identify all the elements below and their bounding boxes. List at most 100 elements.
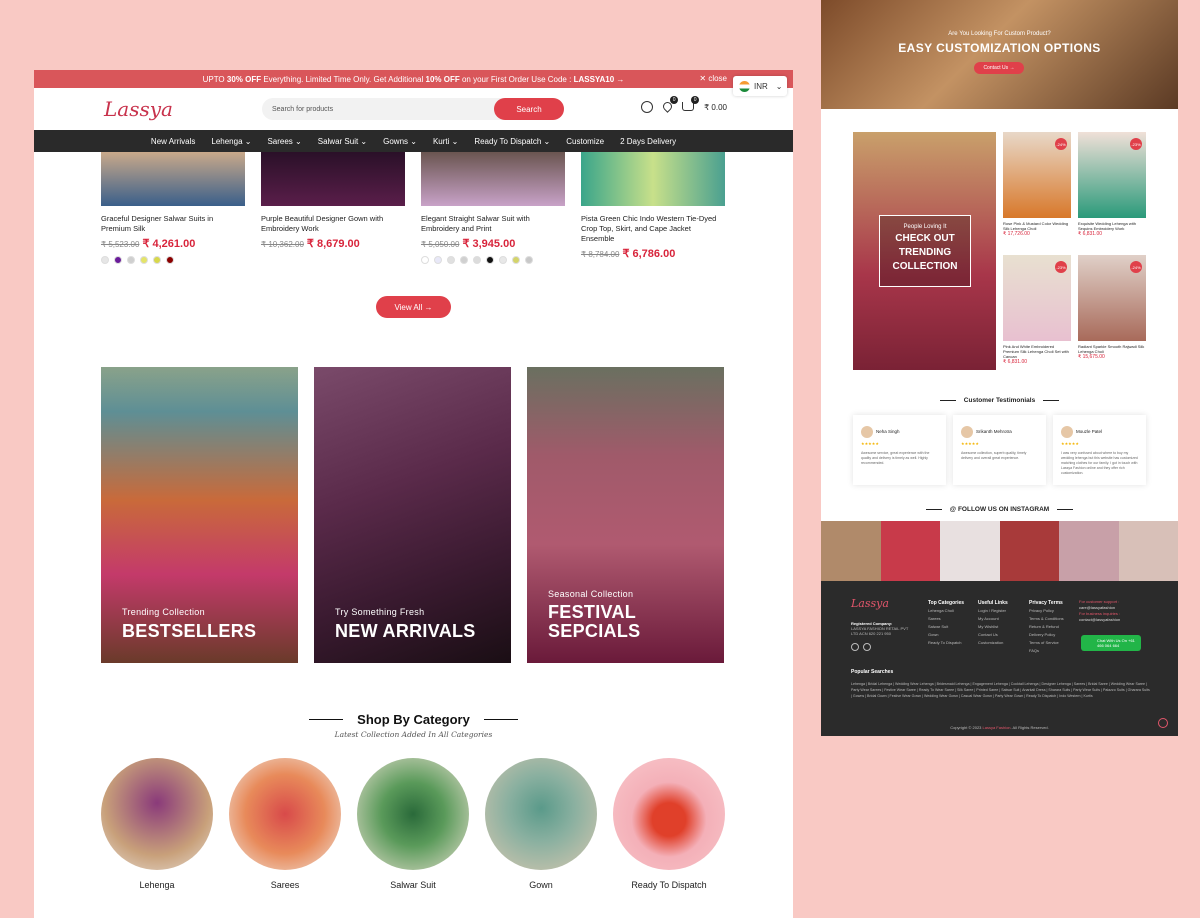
instagram-icon[interactable] — [863, 643, 871, 651]
color-swatch[interactable] — [153, 256, 161, 264]
cart-total[interactable]: ₹ 0.00 — [704, 103, 727, 112]
testimonial-text: Awesome collection, superb quality, time… — [961, 451, 1027, 460]
search-button[interactable]: Search — [494, 98, 564, 120]
color-swatch[interactable] — [473, 256, 481, 264]
nav-item-2-days-delivery[interactable]: 2 Days Delivery — [620, 137, 676, 146]
mini-product-image: -23% — [1078, 132, 1146, 218]
footer-link[interactable]: Delivery Policy — [1029, 631, 1064, 639]
color-swatch[interactable] — [460, 256, 468, 264]
footer-link[interactable]: Salwar Suit — [928, 623, 964, 631]
category-image — [357, 758, 469, 870]
product-name[interactable]: Elegant Straight Salwar Suit with Embroi… — [421, 214, 565, 234]
view-all-button[interactable]: View All → — [376, 296, 451, 318]
mini-product-card[interactable]: -24% Rose Pink & Mustard Color Wedding S… — [1003, 132, 1071, 237]
footer-link[interactable]: Lehenga Choli — [928, 607, 964, 615]
color-swatch[interactable] — [434, 256, 442, 264]
nav-item-kurti[interactable]: Kurti ⌄ — [433, 137, 458, 146]
nav-item-sarees[interactable]: Sarees ⌄ — [267, 137, 301, 146]
product-image[interactable] — [421, 152, 565, 206]
footer-link[interactable]: FAQs — [1029, 647, 1064, 655]
popular-search-tags[interactable]: Lehenga | Bridal Lehenga | Wedding Wear … — [851, 681, 1151, 699]
product-price: ₹ 10,362.00 ₹ 8,679.00 — [261, 238, 360, 250]
category-sarees[interactable]: Sarees — [229, 758, 341, 890]
nav-item-customize[interactable]: Customize — [566, 137, 604, 146]
banner-festival-specials[interactable]: Seasonal Collection FESTIVAL SEPCIALS — [527, 367, 724, 663]
nav-item-ready-to-dispatch[interactable]: Ready To Dispatch ⌄ — [474, 137, 550, 146]
product-images-row — [34, 152, 793, 206]
footer-link[interactable]: Contact Us — [978, 631, 1008, 639]
promo-text: UPTO 30% OFF Everything. Limited Time On… — [202, 74, 625, 84]
footer-logo[interactable]: Lassya — [851, 597, 889, 610]
banner-new-arrivals[interactable]: Try Something Fresh NEW ARRIVALS — [314, 367, 511, 663]
business-email[interactable]: contact@lassyafashion — [1079, 617, 1120, 623]
facebook-icon[interactable] — [851, 643, 859, 651]
promo-close-button[interactable]: ✕ close — [699, 74, 727, 83]
color-swatch[interactable] — [114, 256, 122, 264]
mini-product-card[interactable]: -23% Exquisite Wedding Lehenga with Sequ… — [1078, 132, 1146, 237]
color-swatch[interactable] — [140, 256, 148, 264]
user-icon[interactable] — [641, 101, 654, 113]
color-swatch[interactable] — [421, 256, 429, 264]
footer-link[interactable]: My Wishlist — [978, 623, 1008, 631]
popular-searches-title: Popular Searches — [851, 669, 894, 675]
footer-link[interactable]: Sarees — [928, 615, 964, 623]
cart-button[interactable]: 0 — [682, 95, 700, 113]
instagram-post[interactable] — [940, 521, 1000, 581]
category-gown[interactable]: Gown — [485, 758, 597, 890]
currency-selector[interactable]: INR ⌄ — [733, 76, 787, 96]
instagram-post[interactable] — [999, 521, 1059, 581]
testimonial-author: Neha Singh — [876, 429, 900, 435]
footer-link[interactable]: Ready To Dispatch — [928, 639, 964, 647]
color-swatch[interactable] — [127, 256, 135, 264]
nav-item-lehenga[interactable]: Lehenga ⌄ — [211, 137, 251, 146]
product-name[interactable]: Pista Green Chic Indo Western Tie-Dyed C… — [581, 214, 725, 244]
color-swatch[interactable] — [486, 256, 494, 264]
nav-item-gowns[interactable]: Gowns ⌄ — [383, 137, 417, 146]
scroll-to-top-button[interactable] — [1158, 718, 1168, 728]
color-swatch[interactable] — [101, 256, 109, 264]
instagram-post[interactable] — [880, 521, 940, 581]
color-swatch[interactable] — [499, 256, 507, 264]
instagram-post[interactable] — [1118, 521, 1178, 581]
color-swatch[interactable] — [512, 256, 520, 264]
category-salwar-suit[interactable]: Salwar Suit — [357, 758, 469, 890]
mini-product-card[interactable]: -23% Pink And White Embroidered Premium … — [1003, 255, 1071, 365]
footer-link[interactable]: Return & Refund — [1029, 623, 1064, 631]
footer-link[interactable]: Login / Register — [978, 607, 1008, 615]
search-placeholder: Search for products — [272, 105, 334, 113]
contact-us-button[interactable]: Contact Us → — [974, 62, 1024, 74]
banner-bestsellers[interactable]: Trending Collection BESTSELLERS — [101, 367, 298, 663]
product-name[interactable]: Graceful Designer Salwar Suits in Premiu… — [101, 214, 245, 234]
footer-col-categories: Top Categories Lehenga Choli Sarees Salw… — [928, 600, 965, 647]
nav-item-new-arrivals[interactable]: New Arrivals — [151, 137, 195, 146]
color-swatch[interactable] — [525, 256, 533, 264]
footer-link[interactable]: Privacy Policy — [1029, 607, 1064, 615]
search-input[interactable]: Search for products Search — [262, 98, 564, 120]
color-swatch[interactable] — [166, 256, 174, 264]
color-swatch[interactable] — [447, 256, 455, 264]
footer-link[interactable]: Terms of Service — [1029, 639, 1064, 647]
nav-item-salwar-suit[interactable]: Salwar Suit ⌄ — [318, 137, 367, 146]
trending-collection-banner[interactable]: People Loving It CHECK OUT TRENDING COLL… — [853, 132, 996, 370]
category-label: Lehenga — [139, 880, 175, 890]
site-logo[interactable]: Lassya — [104, 97, 173, 121]
product-image[interactable] — [101, 152, 245, 206]
footer-link[interactable]: Terms & Conditions — [1029, 615, 1064, 623]
mini-product-price: ₹ 6,831.00 — [1003, 359, 1028, 365]
category-lehenga[interactable]: Lehenga — [101, 758, 213, 890]
promo-bar: UPTO 30% OFF Everything. Limited Time On… — [34, 70, 793, 96]
mini-product-card[interactable]: -24% Radiant Sparkle Smooth Rajwadi Silk… — [1078, 255, 1146, 360]
footer-link[interactable]: Customization — [978, 639, 1008, 647]
instagram-post[interactable] — [1059, 521, 1119, 581]
footer-col-useful-links: Useful Links Login / Register My Account… — [978, 600, 1008, 647]
whatsapp-button[interactable]: Chat With Us On +61 466 064 664 — [1081, 635, 1141, 651]
wishlist-button[interactable]: 0 — [661, 95, 679, 113]
product-price: ₹ 5,050.00 ₹ 3,945.00 — [421, 238, 516, 250]
footer-link[interactable]: My Account — [978, 615, 1008, 623]
product-image[interactable] — [581, 152, 725, 206]
footer-link[interactable]: Gown — [928, 631, 964, 639]
instagram-post[interactable] — [821, 521, 881, 581]
product-name[interactable]: Purple Beautiful Designer Gown with Embr… — [261, 214, 405, 234]
category-ready-to-dispatch[interactable]: Ready To Dispatch — [613, 758, 725, 890]
product-image[interactable] — [261, 152, 405, 206]
